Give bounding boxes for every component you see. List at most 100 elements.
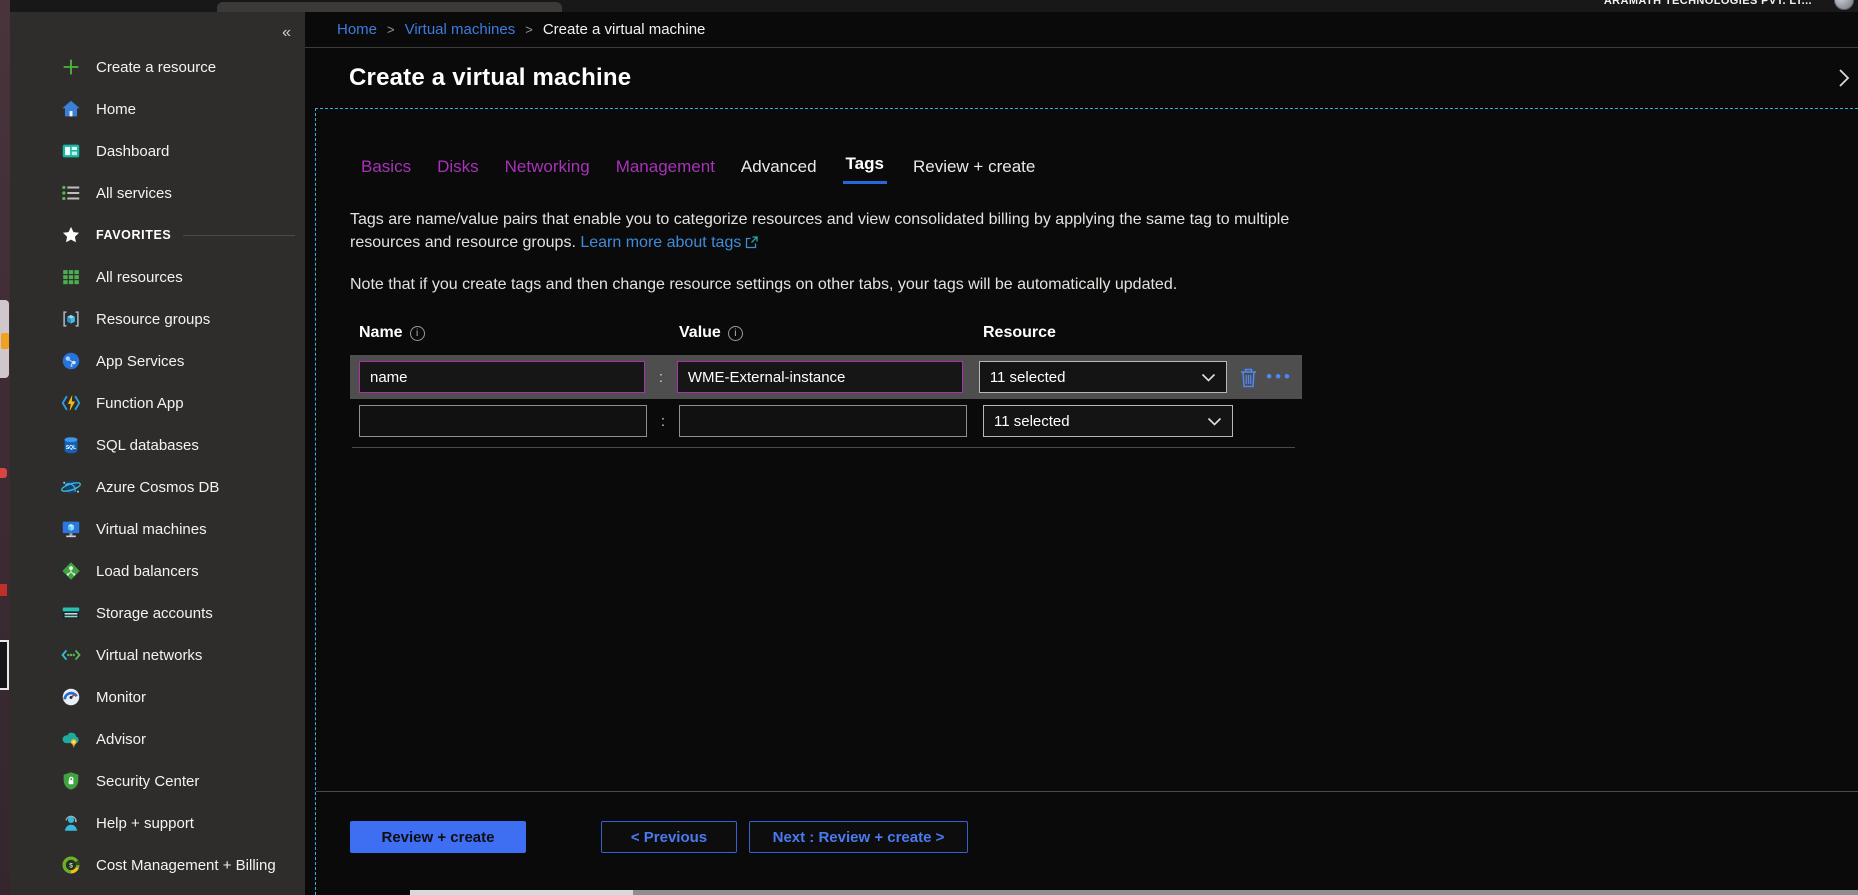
- sidebar-item-label: Dashboard: [96, 143, 169, 160]
- top-bar: ARAMATH TECHNOLOGIES PVT. LT...: [10, 0, 1858, 12]
- breadcrumb-virtual-machines-link[interactable]: Virtual machines: [405, 21, 516, 38]
- column-header-value: Valuei: [679, 324, 983, 342]
- tab-disks[interactable]: Disks: [437, 157, 479, 184]
- info-icon[interactable]: i: [728, 326, 743, 341]
- resource-dropdown[interactable]: 11 selected: [979, 361, 1227, 393]
- name-header-label: Name: [359, 324, 403, 342]
- home-icon: [60, 98, 82, 120]
- tags-table: Namei Valuei Resource : 11 selected: [350, 324, 1858, 448]
- sidebar-item-all-resources[interactable]: All resources: [10, 256, 305, 298]
- footer-divider: [316, 791, 1858, 792]
- colon-separator: :: [645, 369, 677, 386]
- sidebar-favorites-header: FAVORITES: [10, 214, 305, 256]
- chevron-down-icon: [1207, 413, 1222, 430]
- desktop-icon-fragment: [0, 468, 7, 478]
- plus-icon: [60, 56, 82, 78]
- resource-dropdown-value: 11 selected: [990, 369, 1066, 386]
- sidebar-item-label: Function App: [96, 395, 184, 412]
- breadcrumb-home-link[interactable]: Home: [337, 21, 377, 38]
- page-title: Create a virtual machine: [349, 64, 631, 92]
- sidebar-item-label: Storage accounts: [96, 605, 213, 622]
- tab-networking[interactable]: Networking: [505, 157, 590, 184]
- sidebar-item-function-app[interactable]: Function App: [10, 382, 305, 424]
- desktop-edge: [0, 0, 10, 895]
- sidebar-item-resource-groups[interactable]: Resource groups: [10, 298, 305, 340]
- sidebar-item-label: App Services: [96, 353, 184, 370]
- sidebar-item-sql-databases[interactable]: SQL SQL databases: [10, 424, 305, 466]
- page-header: Create a virtual machine: [305, 48, 1858, 108]
- table-bottom-divider: [352, 447, 1295, 448]
- azure-portal-screen: ARAMATH TECHNOLOGIES PVT. LT... « Create…: [0, 0, 1858, 895]
- tags-table-header: Namei Valuei Resource: [350, 324, 1858, 342]
- sidebar-item-label: Cost Management + Billing: [96, 857, 276, 874]
- sidebar-item-all-services[interactable]: All services: [10, 172, 305, 214]
- sidebar-item-monitor[interactable]: Monitor: [10, 676, 305, 718]
- tab-management[interactable]: Management: [616, 157, 715, 184]
- bottom-window-edge: [633, 890, 1858, 895]
- sidebar-item-home[interactable]: Home: [10, 88, 305, 130]
- account-avatar[interactable]: [1834, 0, 1854, 10]
- more-options-icon[interactable]: •••: [1266, 372, 1293, 382]
- expand-chevron-icon[interactable]: [1836, 66, 1852, 95]
- desktop-launcher-fragment: [0, 300, 9, 378]
- cube-brackets-icon: [60, 308, 82, 330]
- sidebar-item-storage-accounts[interactable]: Storage accounts: [10, 592, 305, 634]
- chevron-down-icon: [1201, 369, 1216, 386]
- create-vm-panel: Basics Disks Networking Management Advan…: [315, 108, 1858, 895]
- resource-dropdown[interactable]: 11 selected: [983, 405, 1233, 437]
- sidebar-item-label: Help + support: [96, 815, 194, 832]
- svg-text:SQL: SQL: [66, 445, 76, 451]
- sidebar-item-label: Virtual machines: [96, 521, 207, 538]
- planet-icon: [60, 476, 82, 498]
- person-icon: [60, 812, 82, 834]
- sidebar-item-label: Load balancers: [96, 563, 199, 580]
- sidebar-item-cost-management-billing[interactable]: $ Cost Management + Billing: [10, 844, 305, 886]
- learn-more-link[interactable]: Learn more about tags: [580, 234, 741, 251]
- desktop-icon-fragment: [1, 333, 9, 349]
- column-header-name: Namei: [359, 324, 679, 342]
- gauge-icon: [60, 686, 82, 708]
- sidebar-item-label: Monitor: [96, 689, 146, 706]
- sidebar-collapse-icon[interactable]: «: [282, 24, 291, 42]
- sidebar-item-load-balancers[interactable]: Load balancers: [10, 550, 305, 592]
- tag-name-input[interactable]: [359, 405, 647, 437]
- tag-name-input[interactable]: [359, 361, 645, 393]
- sidebar-item-security-center[interactable]: Security Center: [10, 760, 305, 802]
- tag-value-input[interactable]: [679, 405, 967, 437]
- shield-icon: [60, 770, 82, 792]
- bottom-window-edge: [410, 890, 633, 895]
- external-link-icon: [745, 233, 758, 256]
- review-create-button[interactable]: Review + create: [350, 821, 526, 853]
- sidebar-item-virtual-networks[interactable]: Virtual networks: [10, 634, 305, 676]
- sidebar-item-label: Resource groups: [96, 311, 210, 328]
- tags-description-text: Tags are name/value pairs that enable yo…: [350, 211, 1289, 251]
- sidebar-item-virtual-machines[interactable]: Virtual machines: [10, 508, 305, 550]
- info-icon[interactable]: i: [410, 326, 425, 341]
- browser-tab[interactable]: [217, 2, 562, 12]
- storage-icon: [60, 602, 82, 624]
- sidebar-item-app-services[interactable]: App Services: [10, 340, 305, 382]
- tab-advanced[interactable]: Advanced: [741, 157, 817, 184]
- monitor-icon: [60, 518, 82, 540]
- sidebar-item-azure-cosmos-db[interactable]: Azure Cosmos DB: [10, 466, 305, 508]
- next-button[interactable]: Next : Review + create >: [749, 821, 968, 853]
- tag-row-1: : 11 selected •••: [350, 355, 1302, 399]
- previous-button[interactable]: < Previous: [601, 821, 737, 853]
- chevron-right-icon: >: [387, 22, 395, 37]
- tag-value-input[interactable]: [677, 361, 963, 393]
- tab-tags[interactable]: Tags: [843, 154, 887, 184]
- delete-row-icon[interactable]: [1239, 367, 1258, 388]
- sidebar-item-dashboard[interactable]: Dashboard: [10, 130, 305, 172]
- sidebar-item-help-support[interactable]: Help + support: [10, 802, 305, 844]
- tab-review-create[interactable]: Review + create: [913, 157, 1035, 184]
- sidebar-item-label: All services: [96, 185, 172, 202]
- diamond-icon: [60, 560, 82, 582]
- donut-icon: $: [60, 854, 82, 876]
- tab-basics[interactable]: Basics: [361, 157, 411, 184]
- sidebar-item-create-a-resource[interactable]: Create a resource: [10, 46, 305, 88]
- tags-description: Tags are name/value pairs that enable yo…: [350, 208, 1350, 256]
- column-header-resource: Resource: [983, 324, 1056, 342]
- value-header-label: Value: [679, 324, 721, 342]
- sidebar-item-advisor[interactable]: Advisor: [10, 718, 305, 760]
- cloud-badge-icon: [60, 728, 82, 750]
